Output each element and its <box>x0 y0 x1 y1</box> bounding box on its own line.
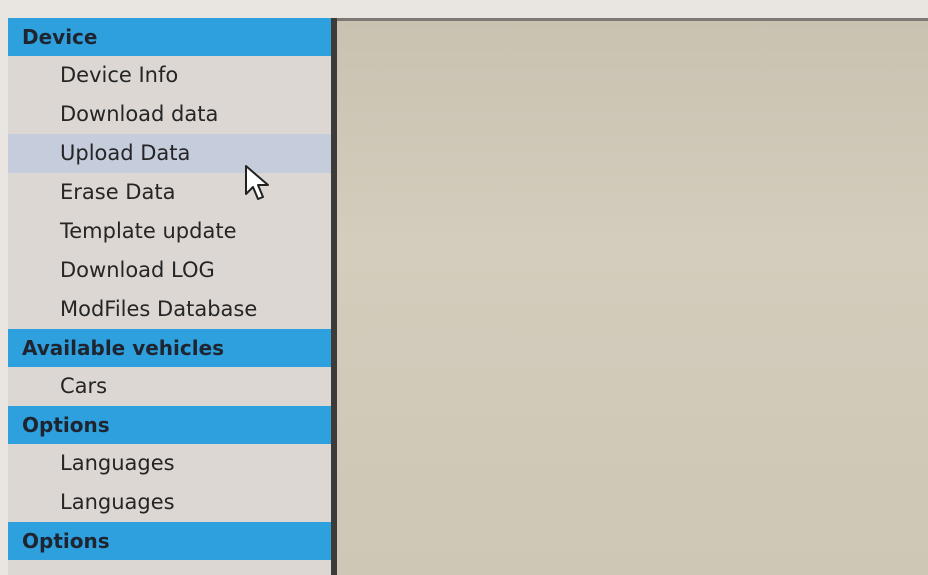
menu-item-download-data[interactable]: Download data <box>8 95 331 134</box>
menu-item-modfiles-database[interactable]: ModFiles Database <box>8 290 331 329</box>
menu-item-languages[interactable]: Languages <box>8 444 331 483</box>
main-content-area <box>337 18 928 575</box>
section-header-options[interactable]: Options <box>8 406 331 444</box>
menu-item-erase-data[interactable]: Erase Data <box>8 173 331 212</box>
section-header-options-2[interactable]: Options <box>8 522 331 560</box>
menu-item-template-update[interactable]: Template update <box>8 212 331 251</box>
section-header-available-vehicles[interactable]: Available vehicles <box>8 329 331 367</box>
menu-item-download-log[interactable]: Download LOG <box>8 251 331 290</box>
app-window: Device Device Info Download data Upload … <box>8 18 928 575</box>
section-header-device[interactable]: Device <box>8 18 331 56</box>
menu-item-languages-2[interactable]: Languages <box>8 483 331 522</box>
menu-item-device-info[interactable]: Device Info <box>8 56 331 95</box>
mouse-pointer-icon <box>245 165 269 200</box>
sidebar-menu: Device Device Info Download data Upload … <box>8 18 337 575</box>
menu-item-cars[interactable]: Cars <box>8 367 331 406</box>
menu-item-upload-data[interactable]: Upload Data <box>8 134 331 173</box>
